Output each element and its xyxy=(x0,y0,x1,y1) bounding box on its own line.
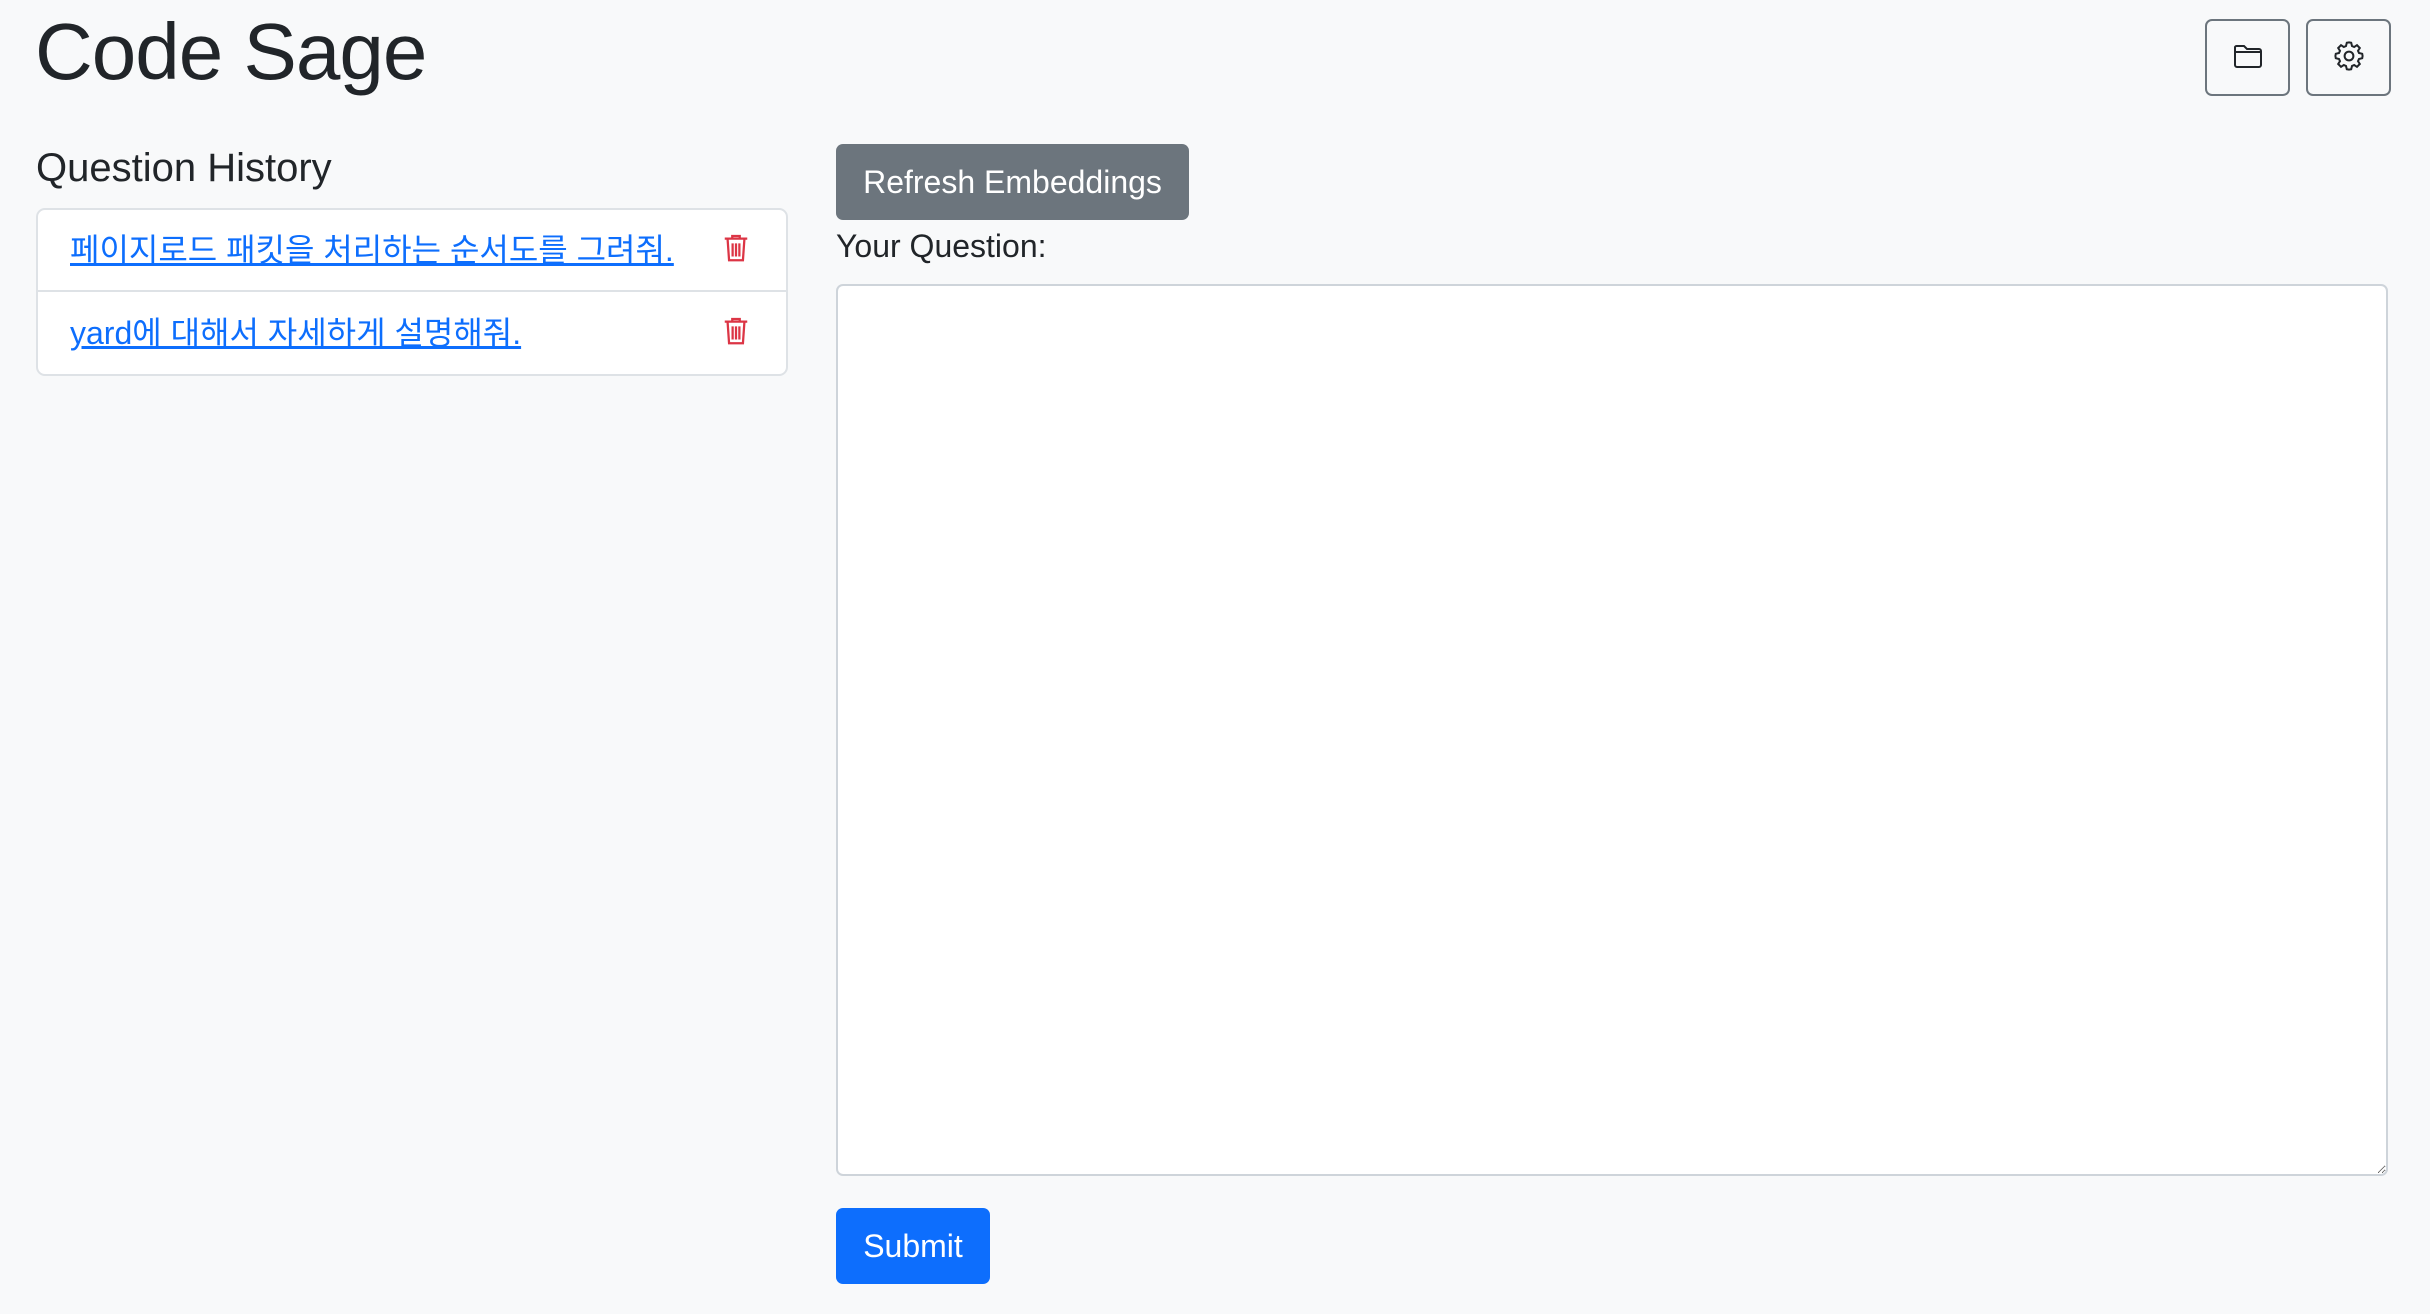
question-label: Your Question: xyxy=(836,228,1047,264)
trash-icon xyxy=(722,233,750,268)
delete-history-button[interactable] xyxy=(718,232,754,268)
trash-icon xyxy=(722,316,750,351)
gear-icon xyxy=(2333,40,2365,75)
delete-history-button[interactable] xyxy=(718,315,754,351)
history-item-link[interactable]: yard에 대해서 자세하게 설명해줘. xyxy=(70,313,521,353)
open-folder-button[interactable] xyxy=(2205,19,2290,96)
refresh-embeddings-button[interactable]: Refresh Embeddings xyxy=(836,144,1189,220)
history-list: 페이지로드 패킷을 처리하는 순서도를 그려줘. yard에 대해서 자세하게 … xyxy=(36,208,788,376)
submit-button[interactable]: Submit xyxy=(836,1208,990,1284)
app-title: Code Sage xyxy=(35,7,427,96)
header-actions xyxy=(2205,19,2391,96)
history-item: yard에 대해서 자세하게 설명해줘. xyxy=(38,292,786,374)
folder-icon xyxy=(2232,40,2264,75)
app-page: Code Sage Question History 페이지로드 패킷을 처리하… xyxy=(0,0,2430,1314)
settings-button[interactable] xyxy=(2306,19,2391,96)
history-item: 페이지로드 패킷을 처리하는 순서도를 그려줘. xyxy=(38,210,786,292)
history-item-link[interactable]: 페이지로드 패킷을 처리하는 순서도를 그려줘. xyxy=(70,230,674,270)
question-textarea[interactable] xyxy=(836,284,2388,1176)
history-title: Question History xyxy=(36,146,332,190)
